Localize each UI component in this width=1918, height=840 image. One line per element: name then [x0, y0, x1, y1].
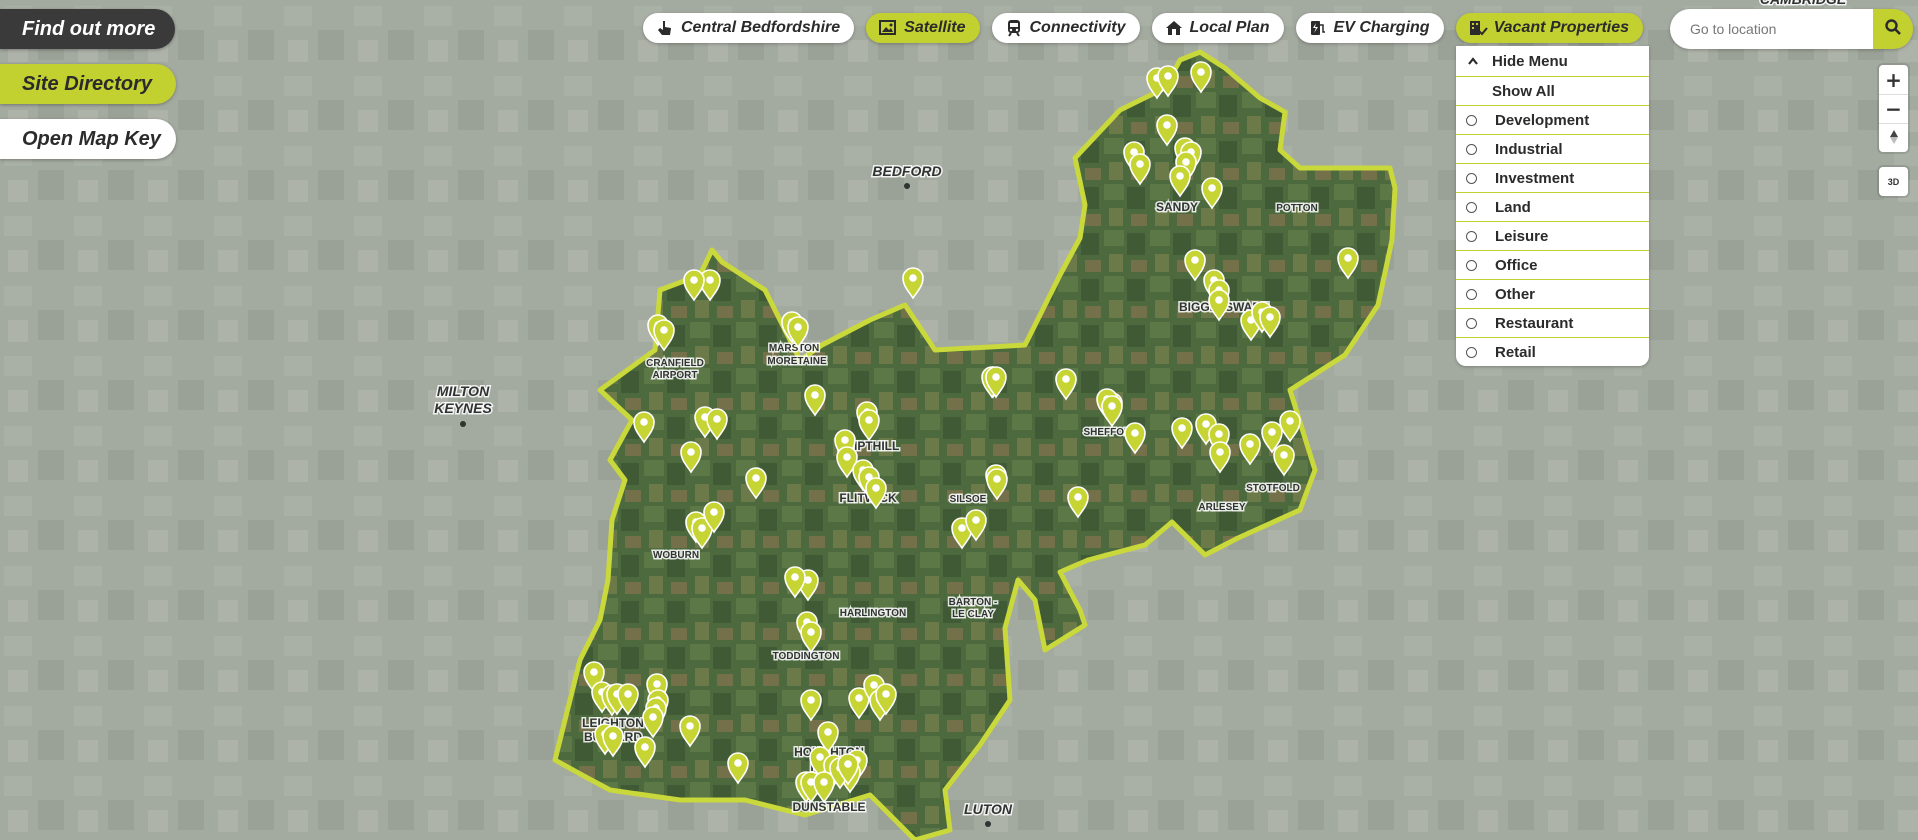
- place-label: LUTON: [964, 801, 1013, 817]
- place-label: KEYNES: [434, 400, 492, 416]
- filter-label: Leisure: [1495, 227, 1549, 245]
- house-icon: [1164, 19, 1184, 37]
- layer-label: Local Plan: [1189, 19, 1270, 36]
- layer-central-bedfordshire-button[interactable]: Central Bedfordshire: [643, 13, 855, 43]
- place-label: MORETAINE: [767, 356, 827, 367]
- layer-vacant-properties-button[interactable]: Vacant Properties: [1455, 13, 1644, 43]
- image-icon: [878, 19, 898, 37]
- compass-icon: [1887, 126, 1901, 150]
- place-label: POTTON: [1276, 203, 1317, 214]
- place-label: MARSTON: [769, 343, 819, 354]
- filter-label: Retail: [1495, 343, 1536, 361]
- layer-connectivity-button[interactable]: Connectivity: [991, 13, 1140, 43]
- search-button[interactable]: [1873, 9, 1913, 49]
- filter-investment[interactable]: Investment: [1456, 163, 1649, 192]
- radio-button[interactable]: [1466, 114, 1477, 126]
- layer-ev-charging-button[interactable]: EV Charging: [1295, 13, 1444, 43]
- hand-pointer-icon: [655, 19, 675, 37]
- filter-label: Investment: [1495, 169, 1575, 187]
- layer-label: Satellite: [904, 19, 966, 36]
- show-all-label: Show All: [1492, 82, 1555, 100]
- hide-menu-label: Hide Menu: [1492, 52, 1568, 70]
- chevron-up-icon: [1467, 56, 1479, 66]
- city-dot: [460, 421, 466, 427]
- filter-development[interactable]: Development: [1456, 105, 1649, 134]
- train-icon: [1004, 19, 1024, 37]
- place-label: TODDINGTON: [773, 651, 840, 662]
- place-label: CAMBRIDGE: [1760, 0, 1847, 7]
- filter-retail[interactable]: Retail: [1456, 337, 1649, 366]
- radio-button[interactable]: [1466, 346, 1477, 358]
- layer-label: Vacant Properties: [1493, 19, 1630, 36]
- show-all-button[interactable]: Show All: [1456, 76, 1649, 105]
- search-icon: [1884, 18, 1902, 41]
- place-label: DUNSTABLE: [792, 800, 865, 814]
- radio-button[interactable]: [1466, 201, 1477, 213]
- radio-button[interactable]: [1466, 172, 1477, 184]
- radio-button[interactable]: [1466, 317, 1477, 329]
- ev-charger-icon: [1308, 19, 1328, 37]
- filter-office[interactable]: Office: [1456, 250, 1649, 279]
- layer-toolbar: Central Bedfordshire Satellite Connectiv…: [643, 13, 1655, 43]
- place-label: SILSOE: [950, 494, 987, 505]
- layer-local-plan-button[interactable]: Local Plan: [1151, 13, 1284, 43]
- filter-label: Other: [1495, 285, 1536, 303]
- find-out-more-button[interactable]: Find out more: [0, 9, 175, 49]
- layer-label: Connectivity: [1029, 19, 1126, 36]
- zoom-out-button[interactable]: −: [1879, 94, 1908, 123]
- place-label: ARLESEY: [1198, 502, 1246, 513]
- location-search: [1670, 9, 1913, 49]
- filter-restaurant[interactable]: Restaurant: [1456, 308, 1649, 337]
- place-label: AIRPORT: [653, 370, 698, 381]
- place-label: CRANFIELD: [646, 358, 704, 369]
- place-label: HARLINGTON: [840, 608, 906, 619]
- filter-label: Land: [1495, 198, 1531, 216]
- place-label: LE CLAY: [952, 609, 994, 620]
- place-label: BARTON -: [949, 597, 998, 608]
- place-label: WOBURN: [653, 550, 699, 561]
- layer-satellite-button[interactable]: Satellite: [866, 13, 980, 43]
- place-label: MILTON: [437, 383, 490, 399]
- open-map-key-button[interactable]: Open Map Key: [0, 119, 176, 159]
- place-label: BEDFORD: [872, 163, 941, 179]
- search-input[interactable]: [1670, 9, 1873, 49]
- radio-button[interactable]: [1466, 288, 1477, 300]
- filter-label: Office: [1495, 256, 1538, 274]
- radio-button[interactable]: [1466, 259, 1477, 271]
- compass-button[interactable]: [1879, 123, 1908, 152]
- hide-menu-button[interactable]: Hide Menu: [1456, 46, 1649, 76]
- radio-button[interactable]: [1466, 143, 1477, 155]
- radio-button[interactable]: [1466, 230, 1477, 242]
- filter-other[interactable]: Other: [1456, 279, 1649, 308]
- zoom-in-button[interactable]: +: [1879, 65, 1908, 94]
- city-dot: [904, 183, 910, 189]
- property-filter-menu: Hide Menu Show All Development Industria…: [1456, 46, 1649, 366]
- filter-label: Industrial: [1495, 140, 1563, 158]
- filter-leisure[interactable]: Leisure: [1456, 221, 1649, 250]
- filter-label: Development: [1495, 111, 1590, 129]
- place-label: STOTFOLD: [1246, 483, 1300, 494]
- building-check-icon: [1468, 19, 1488, 37]
- city-dot: [985, 821, 991, 827]
- layer-label: EV Charging: [1333, 19, 1430, 36]
- place-label: SANDY: [1156, 200, 1198, 214]
- site-directory-button[interactable]: Site Directory: [0, 64, 176, 104]
- layer-label: Central Bedfordshire: [681, 19, 841, 36]
- filter-land[interactable]: Land: [1456, 192, 1649, 221]
- filter-label: Restaurant: [1495, 314, 1574, 332]
- toggle-3d-button[interactable]: 3D: [1879, 167, 1908, 196]
- filter-industrial[interactable]: Industrial: [1456, 134, 1649, 163]
- zoom-controls: + −: [1879, 65, 1908, 152]
